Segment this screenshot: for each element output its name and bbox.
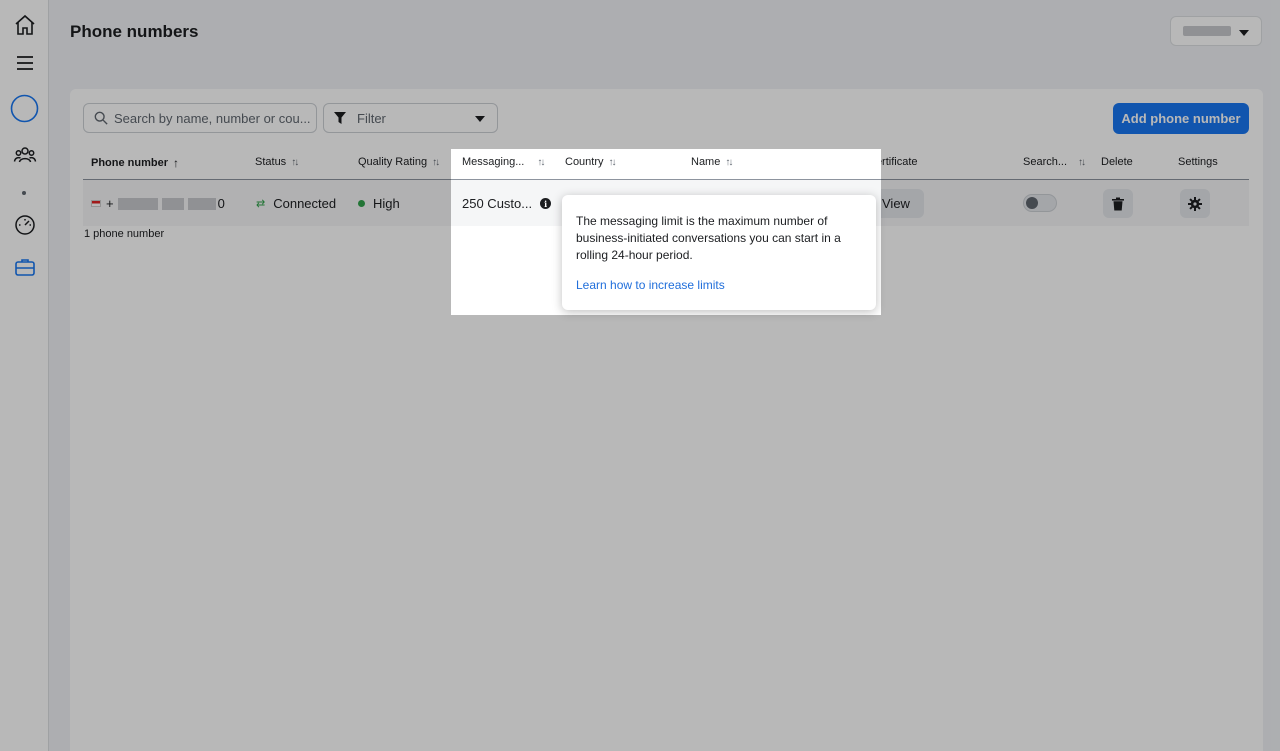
- column-label: Name: [691, 156, 721, 168]
- messaging-limit-tooltip: The messaging limit is the maximum numbe…: [562, 195, 876, 310]
- column-label: Country: [565, 156, 604, 168]
- sort-icon: ↑↓: [725, 156, 733, 168]
- tooltip-text: The messaging limit is the maximum numbe…: [576, 214, 841, 262]
- column-header-name[interactable]: Name ↑↓: [691, 156, 733, 168]
- increase-limits-link[interactable]: Learn how to increase limits: [576, 278, 863, 292]
- messaging-limit-cell: 250 Custo... i: [462, 196, 552, 211]
- onboarding-overlay: [0, 0, 1280, 751]
- info-icon[interactable]: i: [540, 198, 552, 209]
- sort-icon: ↑↓: [537, 156, 545, 168]
- column-header-messaging-limit[interactable]: Messaging... ↑↓: [462, 156, 545, 168]
- messaging-limit-text: 250 Custo...: [462, 196, 533, 211]
- column-header-country[interactable]: Country ↑↓: [565, 156, 617, 168]
- sort-icon: ↑↓: [608, 156, 617, 168]
- column-label: Messaging...: [462, 156, 525, 168]
